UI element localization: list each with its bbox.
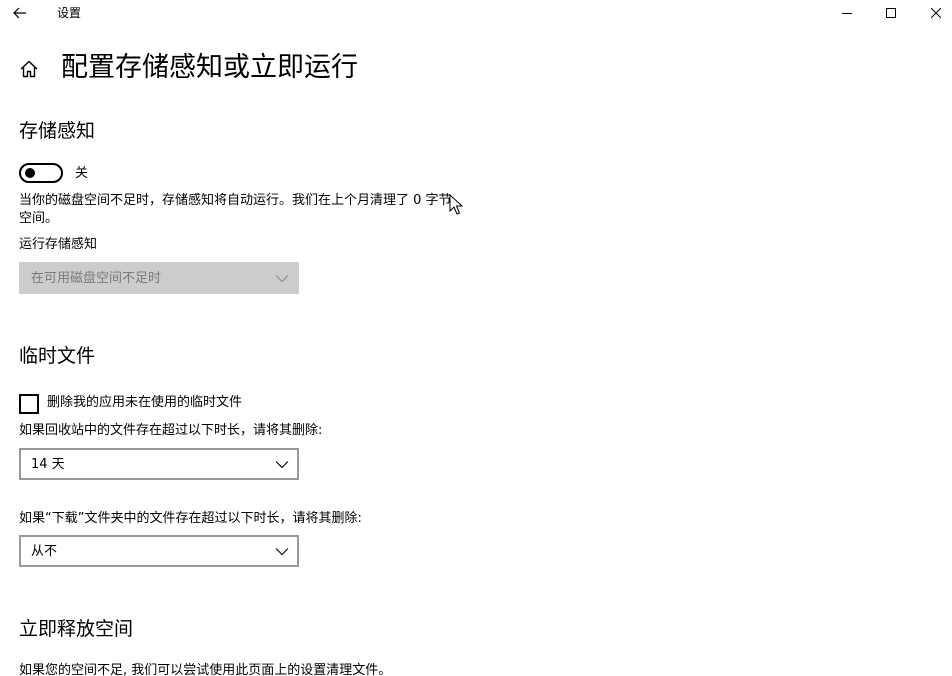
recycle-bin-dropdown[interactable]: 14 天 xyxy=(19,448,299,480)
back-button[interactable] xyxy=(6,1,34,25)
dropdown-value: 在可用磁盘空间不足时 xyxy=(31,271,162,286)
run-storage-sense-dropdown: 在可用磁盘空间不足时 xyxy=(19,262,299,294)
page-title: 配置存储感知或立即运行 xyxy=(61,52,358,83)
close-button[interactable] xyxy=(913,0,952,26)
free-space-description: 如果您的空间不足, 我们可以尝试使用此页面上的设置清理文件。 xyxy=(19,663,392,676)
dropdown-value: 从不 xyxy=(31,544,58,559)
maximize-button[interactable] xyxy=(868,0,914,26)
downloads-label: 如果“下载”文件夹中的文件存在超过以下时长，请将其删除: xyxy=(19,511,362,526)
home-button[interactable] xyxy=(18,58,40,80)
temp-files-heading: 临时文件 xyxy=(19,345,96,367)
recycle-bin-label: 如果回收站中的文件存在超过以下时长，请将其删除: xyxy=(19,423,323,438)
delete-temp-files-label[interactable]: 删除我的应用未在使用的临时文件 xyxy=(47,394,242,412)
delete-temp-files-checkbox[interactable] xyxy=(19,394,39,414)
mouse-cursor-icon xyxy=(449,194,464,215)
settings-window: 设置 配置存储感知或立即运行 存储感知 关 当你的磁盘空间不足时，存储感知将自动… xyxy=(0,0,952,676)
home-icon xyxy=(20,60,38,78)
storage-sense-description: 当你的磁盘空间不足时，存储感知将自动运行。我们在上个月清理了 0 字节 空间。 xyxy=(19,193,452,226)
run-storage-sense-label: 运行存储感知 xyxy=(19,237,98,252)
back-arrow-icon xyxy=(13,7,26,19)
dropdown-value: 14 天 xyxy=(31,457,65,472)
window-title: 设置 xyxy=(57,6,82,20)
close-icon xyxy=(931,8,941,18)
maximize-icon xyxy=(886,8,896,18)
chevron-down-icon xyxy=(275,548,289,556)
minimize-button[interactable] xyxy=(824,0,870,26)
chevron-down-icon xyxy=(275,461,289,469)
toggle-state-label: 关 xyxy=(75,166,89,181)
title-bar: 设置 xyxy=(0,0,952,26)
storage-sense-toggle[interactable] xyxy=(19,163,63,183)
minimize-icon xyxy=(842,13,852,14)
downloads-dropdown[interactable]: 从不 xyxy=(19,535,299,567)
storage-sense-heading: 存储感知 xyxy=(19,120,96,142)
toggle-knob xyxy=(25,168,35,178)
chevron-down-icon xyxy=(275,275,289,283)
free-space-heading: 立即释放空间 xyxy=(19,618,134,640)
